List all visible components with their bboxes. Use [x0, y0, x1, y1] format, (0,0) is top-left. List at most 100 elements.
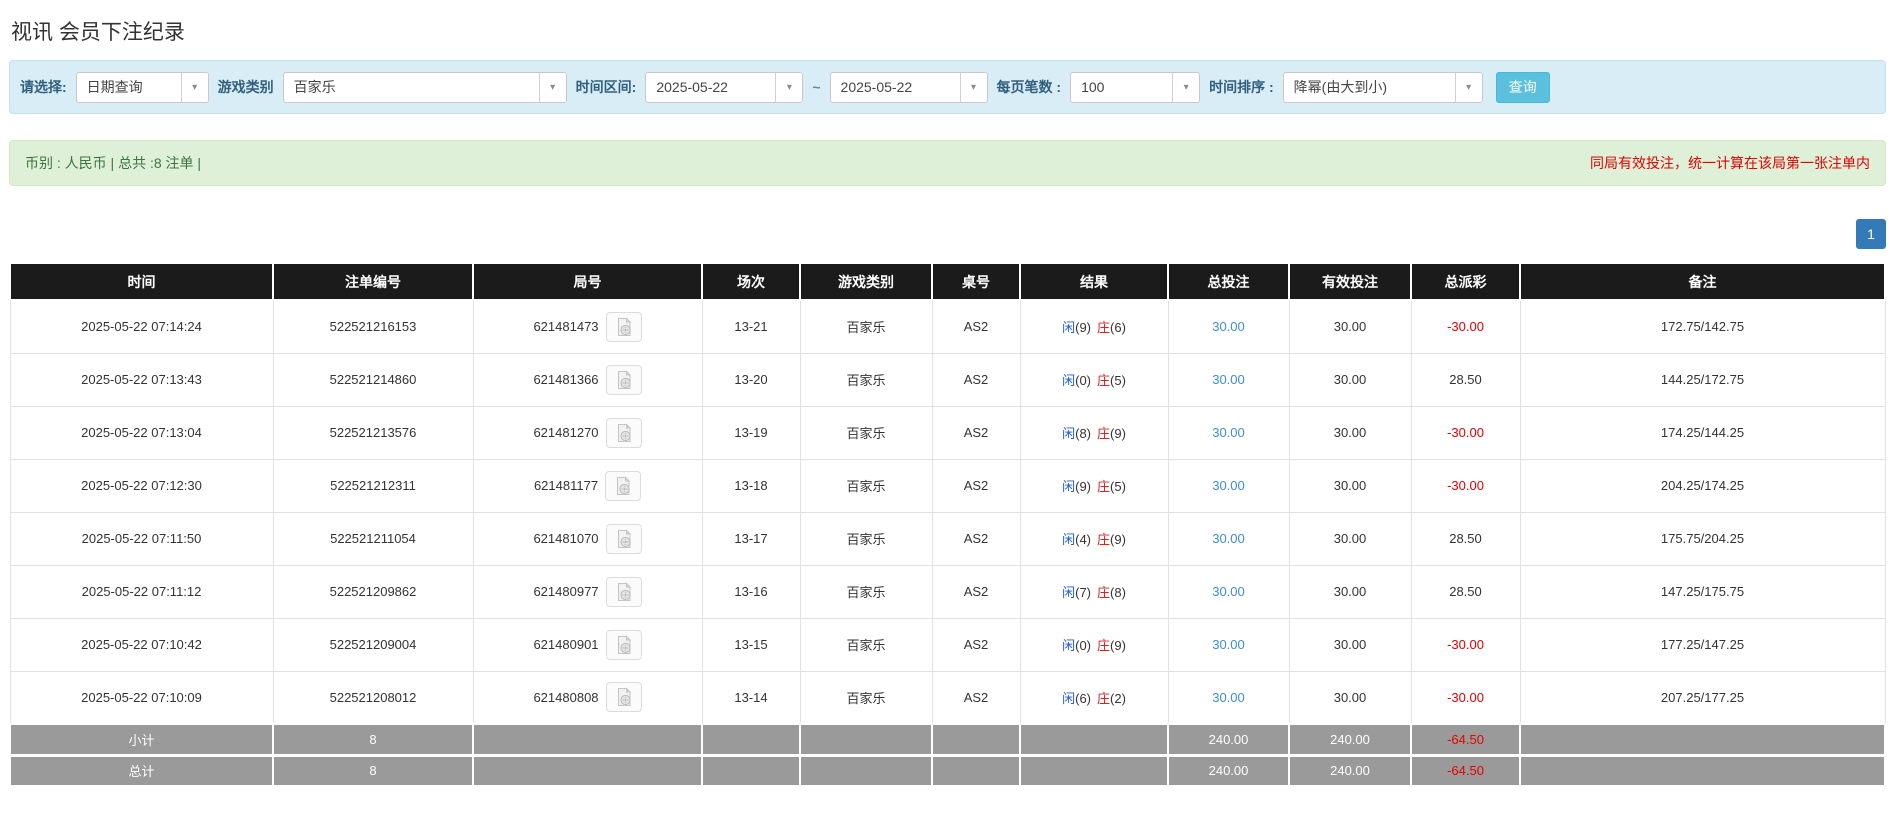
date-to-select[interactable]: 2025-05-22 ▾ — [829, 71, 988, 103]
cell-total-bet[interactable]: 30.00 — [1167, 564, 1290, 619]
banker-result-score: (5) — [1110, 373, 1126, 388]
table-row: 2025-05-22 07:12:30 522521212311 6214811… — [9, 458, 1886, 513]
subtotal-label: 小计 — [9, 723, 274, 757]
subtotal-count: 8 — [272, 723, 474, 757]
round-id-text: 621481366 — [533, 372, 599, 387]
search-button[interactable]: 查询 — [1495, 71, 1550, 103]
cell-result: 闲(0) 庄(5) — [1019, 352, 1169, 407]
chevron-down-icon: ▾ — [180, 72, 208, 102]
banker-result-label: 庄 — [1097, 426, 1111, 441]
cell-table-no: AS2 — [931, 405, 1021, 460]
cell-total-payout: -30.00 — [1410, 617, 1521, 672]
cell-valid-bet: 30.00 — [1288, 617, 1412, 672]
player-result-label: 闲 — [1062, 320, 1076, 336]
cell-time: 2025-05-22 07:14:24 — [9, 299, 274, 354]
table-row: 2025-05-22 07:10:09 522521208012 6214808… — [9, 670, 1886, 725]
grand-total-valid-bet: 240.00 — [1288, 754, 1412, 788]
video-record-button[interactable] — [605, 523, 642, 554]
column-header-time: 时间 — [9, 262, 274, 301]
video-record-button[interactable] — [605, 364, 642, 395]
cell-session: 13-15 — [701, 617, 801, 672]
cell-time: 2025-05-22 07:12:30 — [9, 458, 274, 513]
cell-total-bet[interactable]: 30.00 — [1167, 458, 1290, 513]
player-result-label: 闲 — [1062, 585, 1076, 600]
cell-bet-id: 522521208012 — [272, 670, 474, 725]
round-id-text: 621481070 — [533, 531, 599, 546]
cell-total-bet[interactable]: 30.00 — [1167, 352, 1290, 407]
cell-session: 13-16 — [701, 564, 801, 619]
player-result-label: 闲 — [1062, 373, 1076, 388]
date-range-separator: ~ — [812, 79, 821, 95]
cell-note: 144.25/172.75 — [1519, 352, 1886, 407]
chevron-down-icon: ▾ — [538, 72, 566, 102]
grand-total-total-bet: 240.00 — [1167, 754, 1290, 788]
date-from-select[interactable]: 2025-05-22 ▾ — [645, 71, 804, 103]
video-record-button[interactable] — [605, 311, 642, 342]
cell-valid-bet: 30.00 — [1288, 299, 1412, 354]
valid-bet-notice-text: 同局有效投注，统一计算在该局第一张注单内 — [1590, 155, 1870, 171]
cell-game-type: 百家乐 — [799, 405, 933, 460]
cell-round-id: 621480808 — [472, 670, 703, 725]
cell-result: 闲(8) 庄(9) — [1019, 405, 1169, 460]
cell-table-no: AS2 — [931, 458, 1021, 513]
cell-table-no: AS2 — [931, 352, 1021, 407]
video-record-button[interactable] — [605, 576, 642, 607]
player-result-score: (6) — [1075, 690, 1091, 706]
banker-result-label: 庄 — [1097, 479, 1111, 494]
video-record-file-icon — [617, 317, 631, 336]
cell-time: 2025-05-22 07:11:50 — [9, 511, 274, 566]
player-result-score: (0) — [1075, 638, 1091, 653]
cell-total-bet[interactable]: 30.00 — [1167, 299, 1290, 354]
column-header-total-bet: 总投注 — [1167, 262, 1290, 301]
game-type-label: 游戏类别 — [217, 79, 274, 95]
time-sort-label: 时间排序 : — [1209, 79, 1274, 95]
cell-table-no: AS2 — [931, 511, 1021, 566]
cell-valid-bet: 30.00 — [1288, 458, 1412, 513]
cell-game-type: 百家乐 — [799, 299, 933, 354]
round-id-text: 621481177 — [533, 478, 599, 493]
round-id-text: 621480977 — [533, 584, 599, 599]
cell-note: 174.25/144.25 — [1519, 405, 1886, 460]
player-result-label: 闲 — [1062, 426, 1076, 441]
cell-time: 2025-05-22 07:13:04 — [9, 405, 274, 460]
query-type-select[interactable]: 日期查询 ▾ — [75, 71, 209, 103]
cell-total-bet[interactable]: 30.00 — [1167, 670, 1290, 725]
video-record-button[interactable] — [605, 682, 642, 713]
column-header-bet-id: 注单编号 — [272, 262, 474, 301]
banker-result-score: (6) — [1110, 320, 1126, 336]
cell-valid-bet: 30.00 — [1288, 511, 1412, 566]
query-type-value: 日期查询 — [86, 79, 143, 95]
game-type-select[interactable]: 百家乐 ▾ — [282, 71, 567, 103]
video-record-button[interactable] — [605, 629, 642, 660]
cell-bet-id: 522521212311 — [272, 458, 474, 513]
round-id-text: 621480901 — [533, 637, 599, 652]
banker-result-score: (9) — [1110, 638, 1126, 653]
cell-round-id: 621481177 — [472, 458, 703, 513]
time-sort-select[interactable]: 降幂(由大到小) ▾ — [1282, 71, 1483, 103]
video-record-button[interactable] — [605, 470, 642, 501]
cell-game-type: 百家乐 — [799, 617, 933, 672]
round-id-text: 621481270 — [533, 425, 599, 440]
video-record-button[interactable] — [605, 417, 642, 448]
video-record-file-icon — [617, 528, 631, 548]
page-size-select[interactable]: 100 ▾ — [1070, 71, 1201, 103]
cell-total-bet[interactable]: 30.00 — [1167, 511, 1290, 566]
banker-result-label: 庄 — [1097, 373, 1111, 388]
chevron-down-icon: ▾ — [775, 72, 803, 102]
table-row: 2025-05-22 07:10:42 522521209004 6214809… — [9, 617, 1886, 672]
grand-total-total-payout: -64.50 — [1410, 754, 1521, 788]
table-row: 2025-05-22 07:11:50 522521211054 6214810… — [9, 511, 1886, 566]
table-row: 2025-05-22 07:11:12 522521209862 6214809… — [9, 564, 1886, 619]
page-size-value: 100 — [1081, 79, 1105, 95]
pagination-page-1-button[interactable]: 1 — [1856, 219, 1886, 249]
subtotal-row: 小计 8 240.00 240.00 -64.50 — [9, 723, 1886, 757]
cell-total-bet[interactable]: 30.00 — [1167, 405, 1290, 460]
cell-total-payout: -30.00 — [1410, 405, 1521, 460]
cell-round-id: 621481473 — [472, 299, 703, 354]
video-record-file-icon — [617, 581, 631, 601]
page: 视讯 会员下注纪录 请选择: 日期查询 ▾ 游戏类别 百家乐 ▾ 时间区间: 2… — [0, 0, 1895, 829]
banker-result-score: (9) — [1110, 426, 1126, 441]
cell-total-bet[interactable]: 30.00 — [1167, 617, 1290, 672]
cell-session: 13-14 — [701, 670, 801, 725]
subtotal-valid-bet: 240.00 — [1288, 723, 1412, 757]
